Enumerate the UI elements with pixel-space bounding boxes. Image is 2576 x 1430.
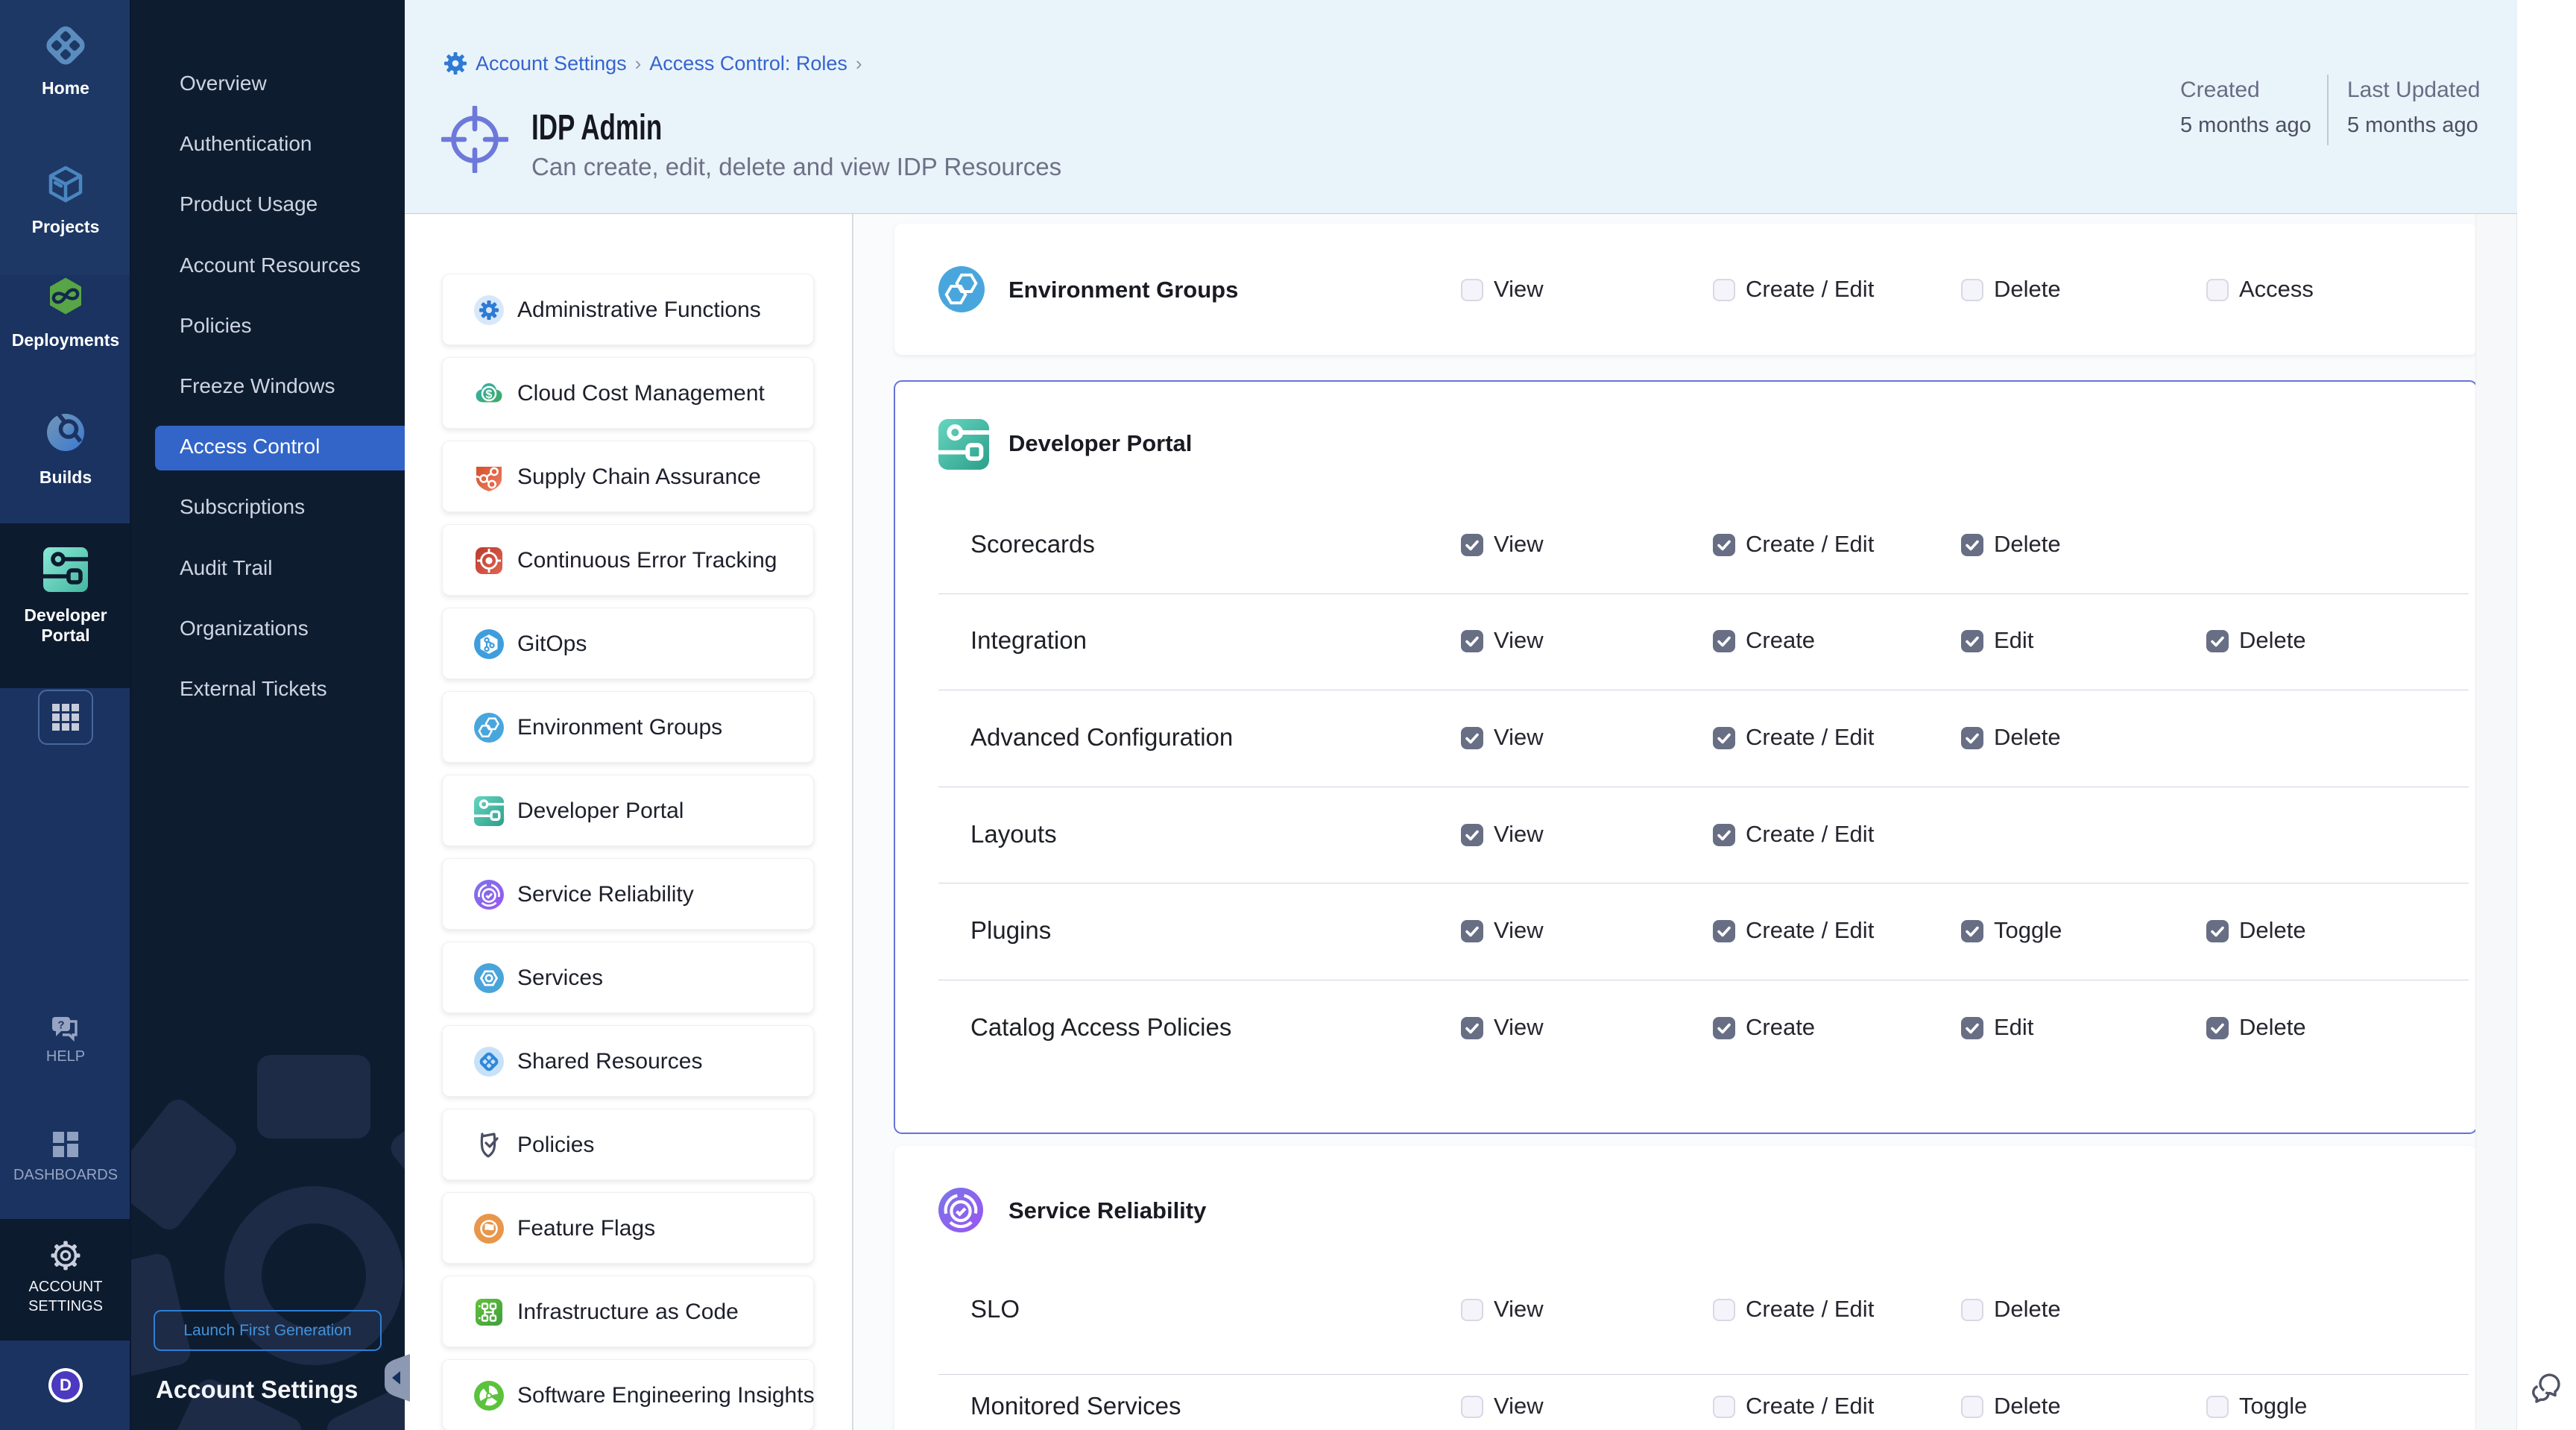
svg-text:?: ? — [57, 1019, 64, 1032]
svg-text:$: $ — [486, 388, 493, 401]
